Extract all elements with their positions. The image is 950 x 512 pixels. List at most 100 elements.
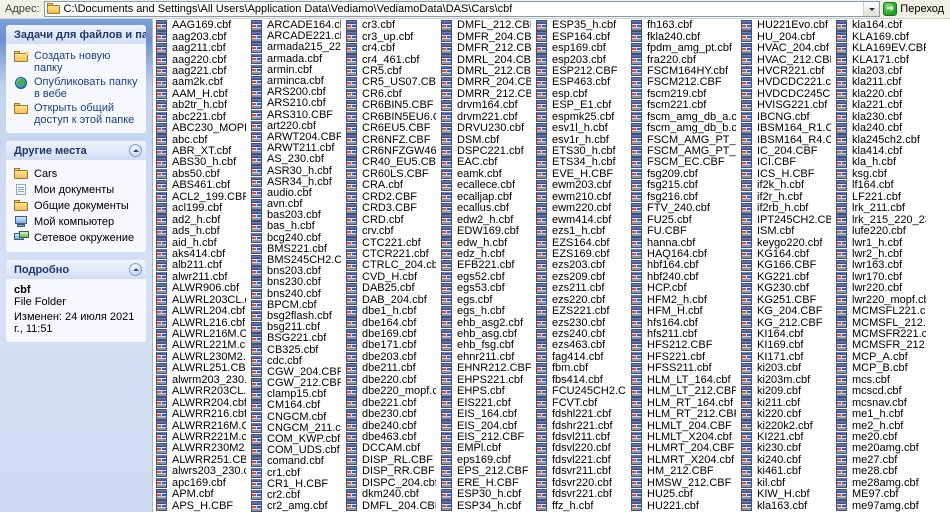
file-item[interactable]: keygo220.cbf (740, 237, 831, 249)
file-item[interactable]: DRVU230.cbf (440, 122, 531, 134)
file-item[interactable]: EFB221.cbf (440, 260, 531, 271)
file-item[interactable]: ETS34_h.cbf (535, 157, 626, 168)
file-item[interactable]: HVCR221.cbf (740, 65, 831, 77)
file-item[interactable]: bas_h.cbf (250, 221, 341, 232)
file-item[interactable]: abs50.cbf (155, 168, 246, 180)
file-item[interactable]: HLMLT_204.CBF (630, 420, 736, 432)
file-item[interactable]: fsg216.cbf (630, 191, 736, 203)
file-item[interactable]: eamk.cbf (440, 168, 531, 180)
file-item[interactable]: ALWRR221M.cbf (155, 431, 246, 443)
file-item[interactable]: kla230.cbf (835, 111, 926, 123)
file-item[interactable]: CR6NFZGW461.CBF (345, 145, 436, 157)
file-item[interactable]: ASR30_h.cbf (250, 165, 341, 177)
file-item[interactable]: egs53.cbf (440, 283, 531, 294)
file-item[interactable]: ISM.cbf (740, 225, 831, 237)
file-item[interactable]: KG230.cbf (740, 283, 831, 294)
file-item[interactable]: CRD2.CBF (345, 191, 436, 203)
file-item[interactable]: DISP_RL.CBF (345, 454, 436, 466)
file-item[interactable]: EVE_H.CBF (535, 168, 626, 180)
file-item[interactable]: DMFR_212.CBF (440, 42, 531, 54)
file-item[interactable]: alwrs203_230.cbf (155, 466, 246, 477)
file-item[interactable]: lwr220_mopf.cbf (835, 294, 926, 306)
file-item[interactable]: lwr2_h.cbf (835, 248, 926, 260)
file-item[interactable]: HFS221.cbf (630, 351, 736, 363)
file-item[interactable]: ARWT204.CBF (250, 131, 341, 143)
file-item[interactable]: ALWRR230M2.cbf (155, 443, 246, 454)
file-item[interactable]: dkm240.cbf (345, 488, 436, 500)
file-item[interactable]: KIW_H.cbf (740, 488, 831, 500)
file-item[interactable]: DISPC_204.cbf (345, 477, 436, 489)
file-item[interactable]: CR6.cbf (345, 88, 436, 100)
file-item[interactable]: CGW_212.CBF (250, 378, 341, 389)
file-item[interactable]: CR40_EU5.CBF (345, 157, 436, 168)
file-item[interactable]: ads_h.cbf (155, 225, 246, 237)
file-item[interactable]: HMSW_212.CBF (630, 477, 736, 489)
file-item[interactable]: me2_h.cbf (835, 420, 926, 432)
file-item[interactable]: crv.cbf (345, 225, 436, 237)
file-item[interactable]: MCP_A.cbf (835, 351, 926, 363)
file-item[interactable]: DMRL_204.CBF (440, 54, 531, 66)
file-item[interactable]: kla211.cbf (835, 77, 926, 88)
file-item[interactable]: fra220.cbf (630, 54, 736, 66)
file-item[interactable]: ezs203.cbf (535, 260, 626, 271)
file-item[interactable]: EIS_212.CBF (440, 431, 531, 443)
file-item[interactable]: dbe203.cbf (345, 351, 436, 363)
file-item[interactable]: fscm219.cbf (630, 88, 736, 100)
file-item[interactable]: bns230.cbf (250, 277, 341, 288)
file-item[interactable]: comand.cbf (250, 456, 341, 467)
file-item[interactable]: dbe220_mopf.cbf (345, 386, 436, 397)
file-item[interactable]: edw_h.cbf (440, 237, 531, 249)
file-item[interactable]: HLMRT_204.CBF (630, 443, 736, 454)
file-item[interactable]: fsg209.cbf (630, 168, 736, 180)
file-item[interactable]: BPCM.cbf (250, 299, 341, 311)
file-item[interactable]: kla163.cbf (740, 500, 831, 512)
file-item[interactable]: audio.cbf (250, 187, 341, 199)
file-item[interactable]: esv1r_h.cbf (535, 134, 626, 146)
file-item[interactable]: cr4_461.cbf (345, 54, 436, 66)
file-item[interactable]: CR1_H.CBF (250, 478, 341, 490)
file-item[interactable]: ehnr211.cbf (440, 351, 531, 363)
file-item[interactable]: HFSS211.cbf (630, 363, 736, 374)
file-item[interactable]: DMRL_212.CBF (440, 65, 531, 77)
place-my-computer[interactable]: Мой компьютер (14, 215, 140, 228)
file-item[interactable]: aam2k.cbf (155, 77, 246, 88)
file-item[interactable]: ALWRL204.cbf (155, 305, 246, 317)
file-item[interactable]: ALWRR203CL.cbf (155, 386, 246, 397)
file-item[interactable]: FU25.cbf (630, 214, 736, 226)
file-item[interactable]: DMRR_204.CBF (440, 77, 531, 88)
file-item[interactable]: EHPS221.cbf (440, 374, 531, 386)
chevron-up-circle-icon[interactable] (129, 263, 142, 276)
file-item[interactable]: KG_204.CBF (740, 305, 831, 317)
file-item[interactable]: HLMRT_X204.cbf (630, 454, 736, 466)
file-item[interactable]: ecallece.cbf (440, 180, 531, 191)
file-item[interactable]: cr3_up.cbf (345, 31, 436, 43)
file-item[interactable]: ki230.cbf (740, 443, 831, 454)
file-item[interactable]: lrk_215_220_230.cbf (835, 214, 926, 226)
file-item[interactable]: ME97.cbf (835, 488, 926, 500)
file-item[interactable]: ezs220.cbf (535, 294, 626, 306)
file-item[interactable]: ecalljap.cbf (440, 191, 531, 203)
file-item[interactable]: aag221.cbf (155, 65, 246, 77)
file-item[interactable]: if2r_h.cbf (740, 191, 831, 203)
file-item[interactable]: kil.cbf (740, 477, 831, 489)
file-item[interactable]: bns240.cbf (250, 288, 341, 300)
file-item[interactable]: EIS_204.cbf (440, 420, 531, 432)
file-item[interactable]: fdsvr220.cbf (535, 477, 626, 489)
file-item[interactable]: lrk_211.cbf (835, 203, 926, 214)
file-item[interactable]: KLA169.cbf (835, 31, 926, 43)
file-item[interactable]: MCP_B.cbf (835, 363, 926, 374)
file-item[interactable]: ehb_asg.cbf (440, 328, 531, 340)
file-item[interactable]: CRD.cbf (345, 214, 436, 226)
file-item[interactable]: esp.cbf (535, 88, 626, 100)
file-item[interactable]: CTRLC_204.cbf (345, 260, 436, 271)
file-item[interactable]: fscm221.cbf (630, 100, 736, 111)
file-item[interactable]: ezs463.cbf (535, 340, 626, 351)
file-item[interactable]: ESP34_h.cbf (440, 500, 531, 512)
file-item[interactable]: hfs211.cbf (630, 328, 736, 340)
file-item[interactable]: kla414.cbf (835, 145, 926, 157)
file-item[interactable]: HU_204.cbf (740, 31, 831, 43)
file-item[interactable]: KG166.CBF (740, 260, 831, 271)
file-item[interactable]: ehb_asg2.cbf (440, 317, 531, 329)
file-item[interactable]: MCMSFL_212.CBF (835, 317, 926, 329)
file-item[interactable]: ABS461.cbf (155, 180, 246, 191)
